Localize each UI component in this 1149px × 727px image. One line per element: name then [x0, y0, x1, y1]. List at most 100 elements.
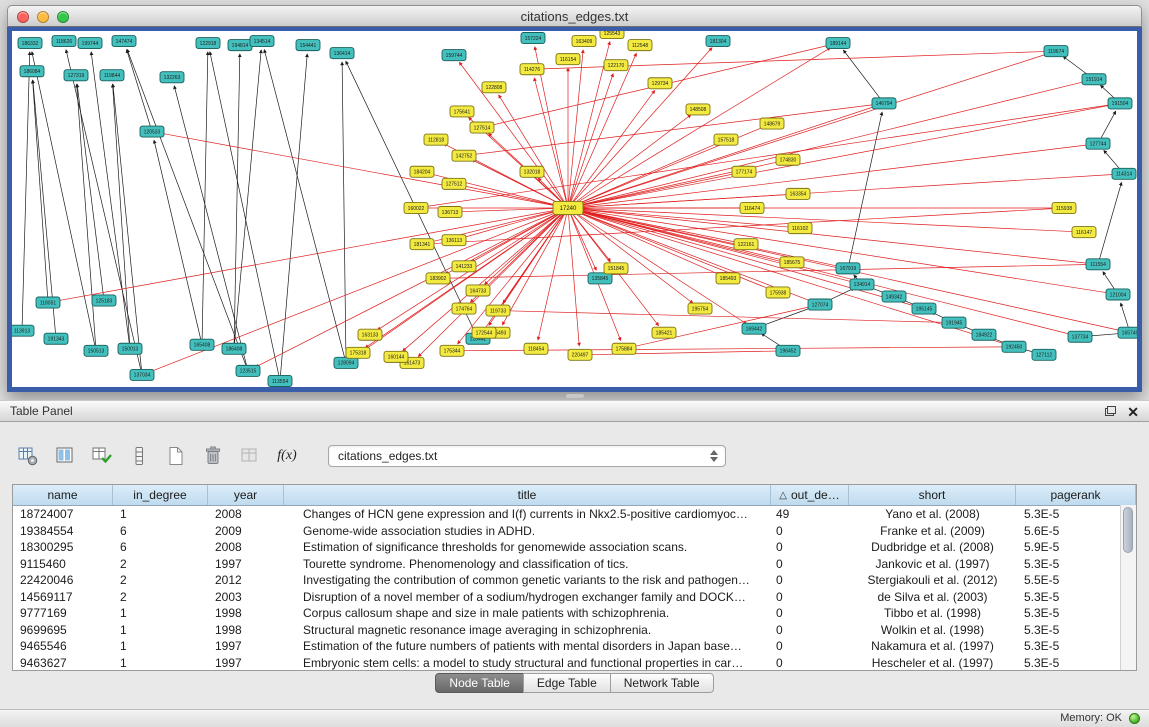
network-node-label: 163133	[362, 333, 379, 339]
network-edge	[624, 307, 811, 349]
column-header-short[interactable]: short	[849, 485, 1016, 505]
float-panel-icon[interactable]	[1105, 406, 1116, 416]
table-row[interactable]: 946554611997Estimation of the future num…	[13, 638, 1136, 655]
window-titlebar[interactable]: citations_edges.txt	[7, 5, 1142, 27]
network-node-label: 114276	[524, 67, 540, 73]
network-node-label: 151845	[608, 266, 625, 272]
network-edge	[127, 50, 152, 132]
network-node-label: 189144	[830, 41, 847, 47]
function-builder-icon[interactable]: f(x)	[275, 444, 299, 468]
cell-pagerank: 5.3E-5	[1016, 557, 1136, 571]
network-node-label: 157224	[525, 36, 542, 42]
cell-short: Jankovic et al. (1997)	[849, 557, 1016, 571]
cell-name: 9115460	[13, 557, 113, 571]
table-row[interactable]: 1830029562008Estimation of significance …	[13, 539, 1136, 556]
network-node-label: 167919	[840, 266, 857, 272]
table-row[interactable]: 1872400712008Changes of HCN gene express…	[13, 506, 1136, 523]
network-node-label: 165745	[1122, 330, 1137, 336]
network-node-label: 195145	[916, 306, 933, 312]
network-node-label: 191343	[48, 337, 65, 343]
network-edge	[202, 52, 208, 345]
cell-in_degree: 1	[113, 507, 208, 521]
table-row[interactable]: 946362711997Embryonic stem cells: a mode…	[13, 655, 1136, 672]
network-node-label: 135845	[592, 276, 609, 282]
column-header-title[interactable]: title	[284, 485, 771, 505]
table-panel-body: f(x) citations_edges.txt namein_degreeye…	[0, 422, 1149, 709]
column-header-name[interactable]: name	[13, 485, 113, 505]
window-title: citations_edges.txt	[8, 9, 1141, 24]
import-table-icon[interactable]	[90, 444, 114, 468]
cell-in_degree: 6	[113, 524, 208, 538]
panel-resize-handle[interactable]	[566, 394, 584, 398]
column-header-in_degree[interactable]: in_degree	[113, 485, 208, 505]
cell-in_degree: 1	[113, 606, 208, 620]
table-row[interactable]: 977716911998Corpus callosum shape and si…	[13, 605, 1136, 622]
create-table-icon[interactable]	[164, 444, 188, 468]
cell-year: 2003	[208, 590, 284, 604]
cell-name: 9777169	[13, 606, 113, 620]
network-node-label: 112548	[632, 43, 648, 49]
cell-out_de: 0	[771, 639, 849, 653]
tab-edge-table[interactable]: Edge Table	[523, 673, 611, 693]
cell-in_degree: 2	[113, 573, 208, 587]
table-tabs: Node TableEdge TableNetwork Table	[0, 673, 1149, 693]
table-row[interactable]: 1938455462009Genome-wide association stu…	[13, 523, 1136, 540]
network-edge	[498, 311, 945, 323]
network-node-label: 125183	[96, 298, 113, 304]
cell-pagerank: 5.3E-5	[1016, 656, 1136, 670]
import-table-disabled-icon[interactable]	[238, 444, 262, 468]
cell-title: Investigating the contribution of common…	[284, 573, 771, 587]
cell-out_de: 0	[771, 540, 849, 554]
node-table: namein_degreeyeartitle△out_de…shortpager…	[12, 484, 1137, 671]
cell-pagerank: 5.3E-5	[1016, 606, 1136, 620]
network-node-label: 175641	[454, 109, 471, 115]
table-options-icon[interactable]	[16, 444, 40, 468]
table-row[interactable]: 969969511998Structural magnetic resonanc…	[13, 622, 1136, 639]
network-edge	[568, 208, 1071, 335]
network-edge	[568, 48, 830, 208]
network-node-label: 127514	[474, 125, 491, 131]
cell-title: Embryonic stem cells: a model to study s…	[284, 656, 771, 670]
tab-network-table[interactable]: Network Table	[610, 673, 714, 693]
cell-out_de: 0	[771, 623, 849, 637]
network-node-label: 122161	[738, 242, 755, 248]
cell-year: 1998	[208, 623, 284, 637]
show-columns-icon[interactable]	[53, 444, 77, 468]
network-edge	[346, 61, 478, 338]
table-row[interactable]: 911546021997Tourette syndrome. Phenomeno…	[13, 556, 1136, 573]
cell-title: Changes of HCN gene expression and I(f) …	[284, 507, 771, 521]
network-node-label: 113913	[14, 328, 30, 334]
tab-node-table[interactable]: Node Table	[435, 673, 524, 693]
cell-pagerank: 5.6E-5	[1016, 524, 1136, 538]
network-canvas[interactable]: 1863321186261997441474741229181948141345…	[7, 27, 1142, 392]
network-edge	[280, 54, 307, 381]
network-node-label: 127112	[1036, 353, 1052, 359]
delete-table-icon[interactable]	[201, 444, 225, 468]
table-vertical-scrollbar[interactable]	[1120, 505, 1136, 670]
network-node-label: 186408	[226, 347, 243, 353]
cell-short: Tibbo et al. (1998)	[849, 606, 1016, 620]
table-source-dropdown[interactable]: citations_edges.txt	[328, 445, 726, 467]
cell-name: 9699695	[13, 623, 113, 637]
network-node-label: 185493	[720, 276, 737, 282]
table-row[interactable]: 2242004622012Investigating the contribut…	[13, 572, 1136, 589]
cell-title: Structural magnetic resonance image aver…	[284, 623, 771, 637]
column-header-year[interactable]: year	[208, 485, 284, 505]
cell-out_de: 0	[771, 656, 849, 670]
column-header-pagerank[interactable]: pagerank	[1016, 485, 1136, 505]
cell-title: Corpus callosum shape and size in male p…	[284, 606, 771, 620]
table-row[interactable]: 1456911722003Disruption of a novel membe…	[13, 589, 1136, 606]
network-edge	[57, 208, 568, 301]
network-node-label: 136113	[446, 238, 462, 244]
cell-out_de: 0	[771, 524, 849, 538]
network-node-label: 220497	[572, 353, 589, 359]
cell-year: 2009	[208, 524, 284, 538]
scrollbar-thumb[interactable]	[1123, 507, 1133, 553]
close-panel-icon[interactable]: ✕	[1127, 403, 1139, 421]
network-node-label: 191504	[1112, 101, 1129, 107]
column-header-out_de[interactable]: △out_de…	[771, 485, 849, 505]
network-edge	[127, 50, 248, 371]
network-node-label: 111554	[1090, 262, 1106, 268]
network-window: citations_edges.txt 18633211862619974414…	[7, 5, 1142, 392]
row-tools-icon[interactable]	[127, 444, 151, 468]
